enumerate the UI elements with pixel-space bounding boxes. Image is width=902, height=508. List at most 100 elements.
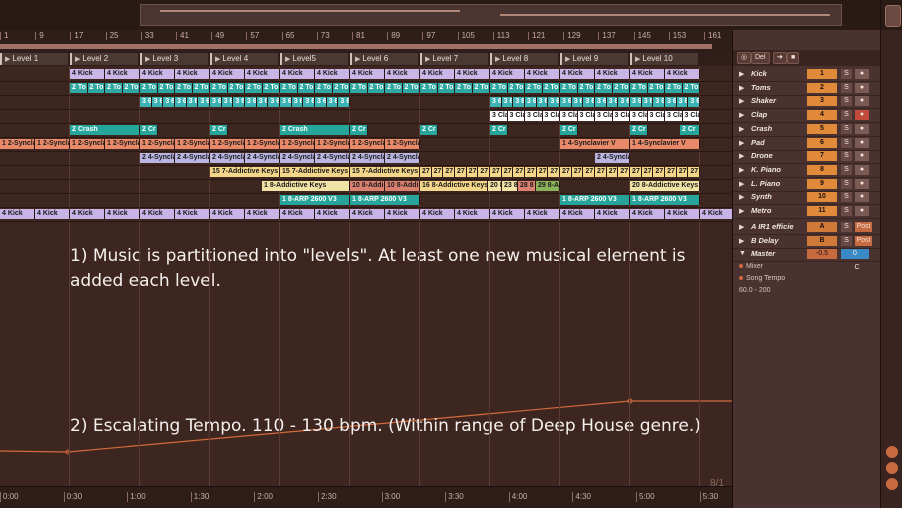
clip[interactable]: 2 4-Syncla (315, 153, 350, 163)
clip[interactable]: 27 7 (431, 167, 444, 177)
clip[interactable]: 1 8-ARP 2600 V3 (630, 195, 700, 205)
record-icon[interactable] (886, 478, 898, 490)
clip[interactable]: 2 To (507, 83, 525, 93)
arrangement-view[interactable]: 1) Music is partitioned into "levels". A… (0, 66, 735, 486)
clip[interactable]: 4 Kick (630, 209, 665, 219)
mixer-track-l-piano[interactable]: ▶ L. Piano 9 S ● (733, 178, 881, 192)
clip[interactable]: 27 7 (618, 167, 631, 177)
clip[interactable]: 4 Kick (280, 69, 315, 79)
track-number[interactable]: 10 (807, 192, 837, 203)
bar-ruler[interactable]: 1 9 17 25 33 41 49 57 65 73 81 89 97 105 113 121 129 137 1… (0, 30, 732, 53)
mixer-return-b[interactable]: ▶ B Delay B S Post (733, 235, 881, 249)
clip[interactable]: 3 6-8 (233, 97, 246, 107)
record-arm-icon[interactable]: ● (855, 137, 869, 148)
clip[interactable]: 2 To (262, 83, 280, 93)
clip[interactable]: 2 To (367, 83, 385, 93)
play-icon[interactable]: ▶ (739, 125, 744, 133)
clip[interactable]: 2 Cr (420, 125, 438, 135)
clip[interactable]: 1 2-Syncla (105, 139, 140, 149)
clip[interactable]: 3 6-8 (525, 97, 537, 107)
clip[interactable]: 1 8-ARP 2600 V3 (560, 195, 630, 205)
clip[interactable]: 2 To (87, 83, 105, 93)
clip[interactable]: 4 Kick (140, 69, 175, 79)
clip[interactable]: 3 Cla (647, 111, 665, 121)
clip[interactable]: 2 Cr (630, 125, 648, 135)
solo-button[interactable]: S (841, 110, 852, 121)
locator-level[interactable]: ▶ Level 7 (420, 53, 488, 65)
mixer-track-clap[interactable]: ▶ Clap 4 S ● (733, 109, 881, 124)
play-icon[interactable]: ▶ (739, 180, 744, 188)
clip[interactable]: 28 8 (518, 181, 536, 191)
track-number[interactable]: 5 (807, 123, 837, 134)
clip[interactable]: 2 To (70, 83, 88, 93)
clip[interactable]: 2 4-Syncla (210, 153, 245, 163)
clip[interactable]: 27 7 (653, 167, 666, 177)
master-pan[interactable]: 0 (841, 249, 869, 259)
clip[interactable]: 4 Kick (0, 209, 35, 219)
record-arm-icon[interactable]: ● (855, 151, 869, 162)
return-letter[interactable]: B (807, 235, 837, 246)
play-icon[interactable]: ▶ (739, 152, 744, 160)
mixer-master[interactable]: ▼ Master -0.5 0 (733, 248, 881, 262)
clip[interactable]: 4 Kick (175, 209, 210, 219)
clip[interactable]: 27 7 (665, 167, 677, 177)
record-arm-icon[interactable]: ● (855, 69, 869, 79)
clip[interactable]: 1 8-ARP 2600 V3 (350, 195, 420, 205)
clip[interactable]: 3 6-8 (571, 97, 584, 107)
clip[interactable]: 4 Kick (350, 209, 385, 219)
clip[interactable]: 3 6-8 (676, 97, 689, 107)
clip[interactable]: 4 Kick (70, 209, 105, 219)
play-icon[interactable]: ▶ (739, 223, 744, 231)
clip[interactable]: 3 6-8 (256, 97, 269, 107)
clip[interactable]: 1 2-Syncla (315, 139, 350, 149)
locator-level[interactable]: ▶ Level 8 (490, 53, 558, 65)
clip[interactable]: 4 Kick (455, 69, 490, 79)
clip[interactable]: 27 7 (688, 167, 701, 177)
clip[interactable]: 27 7 (560, 167, 572, 177)
clip[interactable]: 3 6-8 (665, 97, 677, 107)
clip[interactable]: 1 2-Syncla (175, 139, 210, 149)
solo-button[interactable]: S (841, 69, 852, 79)
clip[interactable]: 4 Kick (630, 69, 665, 79)
locator-strip[interactable]: ▶ Level 1 ▶ Level 2 ▶ Level 3 ▶ Level 4 ▶ Level5 ▶… (0, 52, 732, 67)
clip[interactable]: 2 Crash (280, 125, 350, 135)
clip[interactable]: 3 Cla (525, 111, 543, 121)
clip[interactable]: 2 To (245, 83, 263, 93)
clip[interactable]: 2 To (157, 83, 175, 93)
clip[interactable]: 2 Cr (140, 125, 158, 135)
clip[interactable]: 27 7 (455, 167, 467, 177)
record-arm-icon[interactable]: ● (855, 164, 869, 175)
clip[interactable]: 2 To (612, 83, 630, 93)
clip[interactable]: 27 7 (536, 167, 549, 177)
play-icon[interactable]: ▶ (739, 139, 744, 147)
clip[interactable]: 27 7 (525, 167, 537, 177)
clip[interactable]: 1 2-Syncla (350, 139, 385, 149)
solo-button[interactable]: S (841, 164, 852, 175)
clip[interactable]: 3 Cla (612, 111, 630, 121)
clip[interactable]: 27 7 (490, 167, 502, 177)
post-button[interactable]: Post (855, 235, 872, 246)
clip[interactable]: 3 6-8 (490, 97, 502, 107)
clip[interactable]: 3 Cla (560, 111, 578, 121)
clip[interactable]: 4 Kick (560, 69, 595, 79)
clip[interactable]: 3 6-8 (326, 97, 339, 107)
play-icon[interactable]: ▶ (739, 111, 744, 119)
clip[interactable]: 2 4-Syncla (140, 153, 175, 163)
clip[interactable]: 2 To (122, 83, 140, 93)
clip[interactable]: 2 To (175, 83, 193, 93)
mixer-track-metro[interactable]: ▶ Metro 11 S ● (733, 205, 881, 219)
clip[interactable]: 3 6-8 (315, 97, 327, 107)
clip[interactable]: 2 To (595, 83, 613, 93)
track-number[interactable]: 3 (807, 96, 837, 107)
clip[interactable]: 2 To (192, 83, 210, 93)
solo-button[interactable]: S (841, 178, 852, 189)
clip[interactable]: 3 6-8 (198, 97, 210, 107)
clip[interactable]: 4 Kick (490, 209, 525, 219)
clip[interactable]: 4 Kick (210, 69, 245, 79)
clip[interactable]: 27 7 (676, 167, 689, 177)
circle-icon[interactable]: ◎ (737, 52, 752, 64)
chevron-down-icon[interactable]: ▼ (739, 250, 746, 257)
clip[interactable]: 2 To (560, 83, 578, 93)
mixer-track-drone[interactable]: ▶ Drone 7 S ● (733, 150, 881, 165)
record-arm-icon[interactable]: ● (855, 123, 869, 134)
